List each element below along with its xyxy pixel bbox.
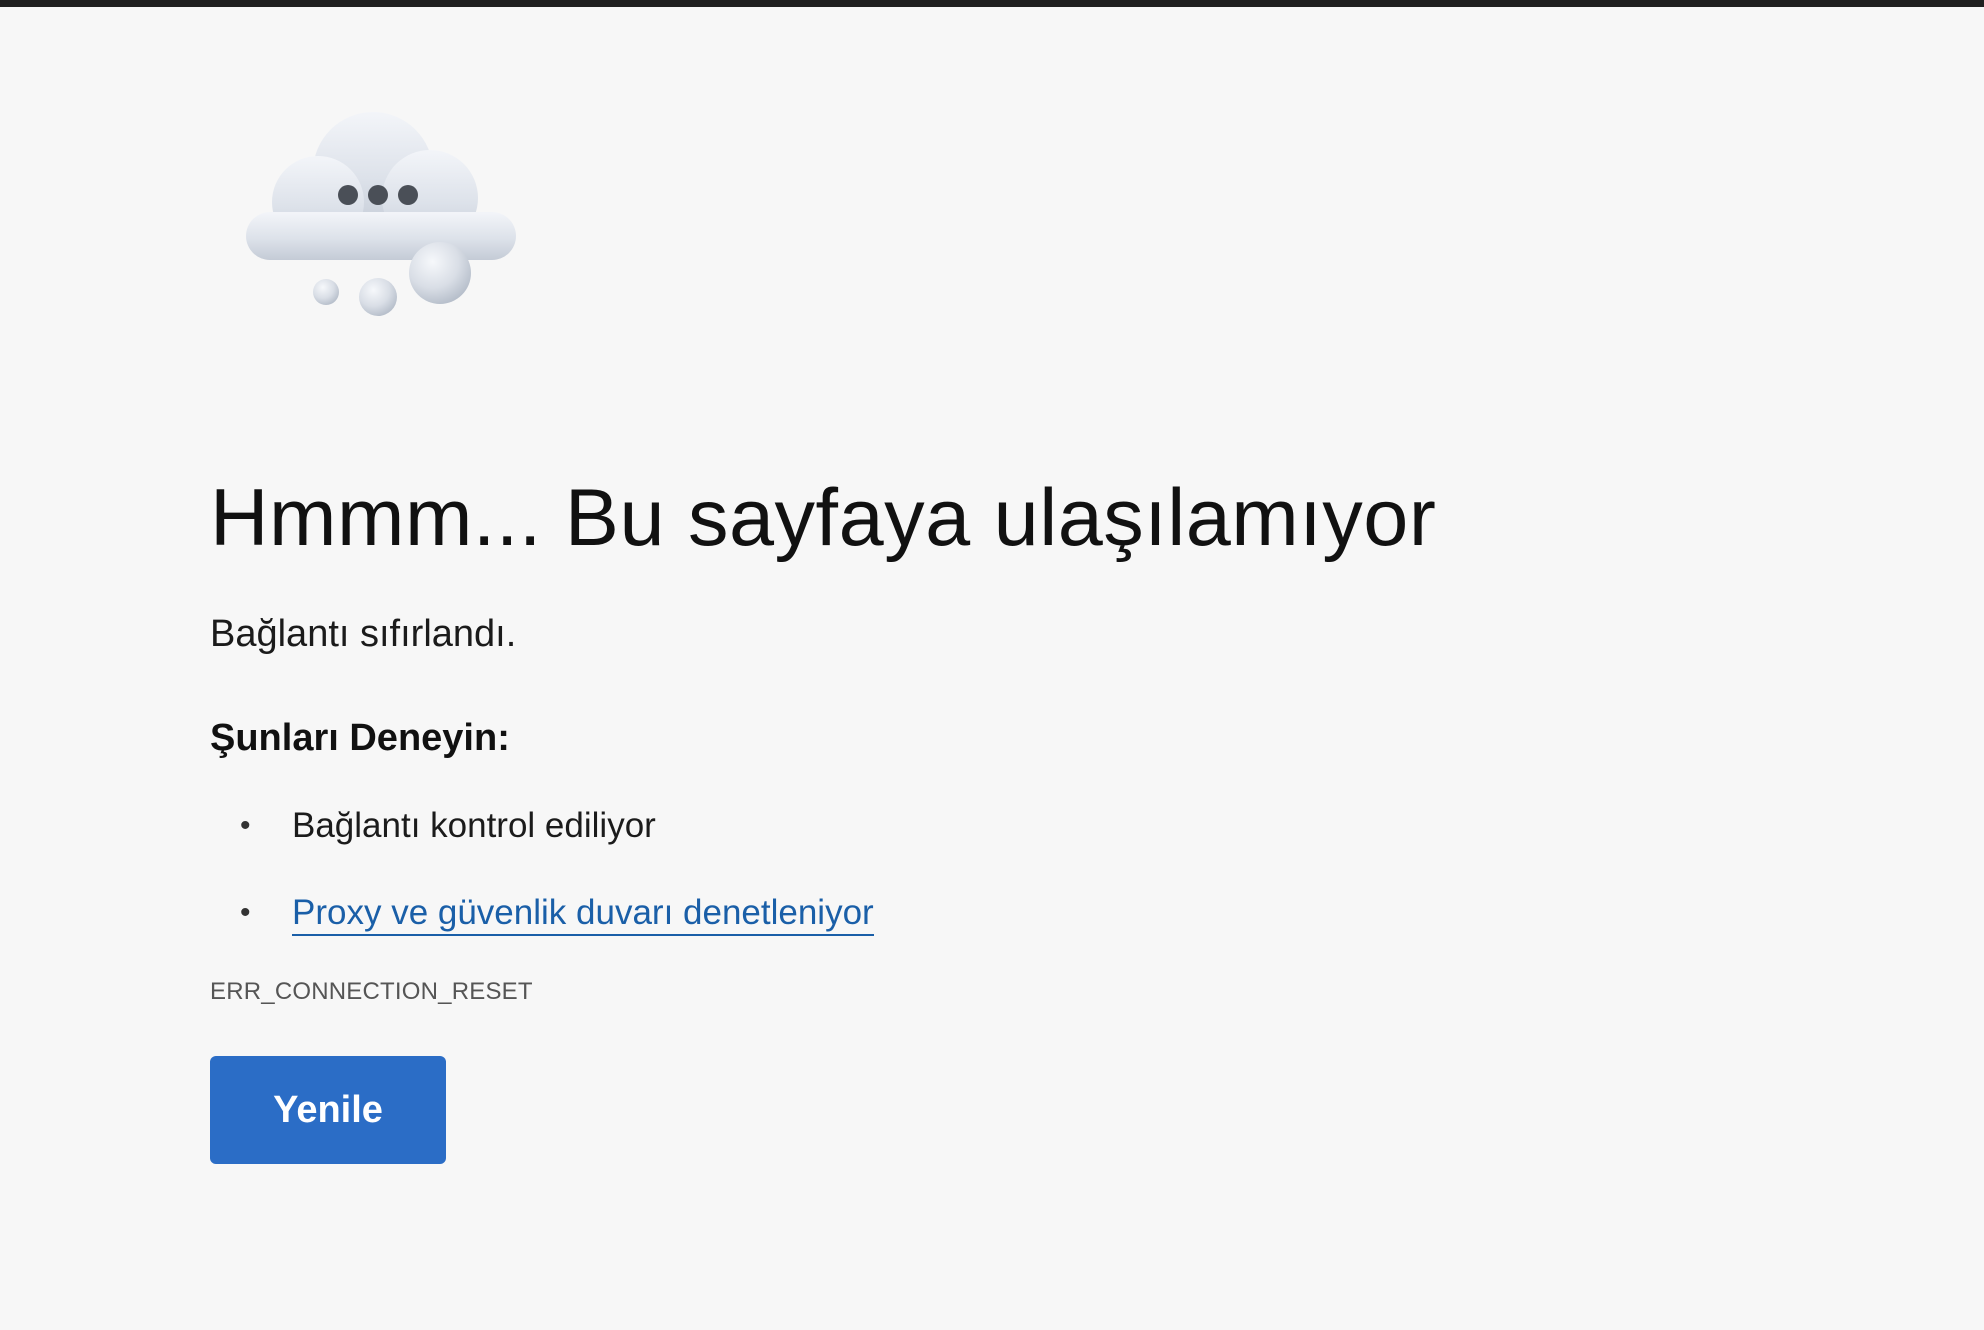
error-code: ERR_CONNECTION_RESET (210, 978, 533, 1005)
thought-bubble-medium (359, 278, 397, 316)
suggestion-check-connection: Bağlantı kontrol ediliyor (292, 806, 656, 845)
reload-button[interactable]: Yenile (210, 1056, 446, 1164)
error-description: Bağlantı sıfırlandı. (210, 613, 517, 655)
page-title: Hmmm... Bu sayfaya ulaşılamıyor (210, 473, 1437, 563)
thought-bubble-large (409, 242, 471, 304)
suggestions-heading: Şunları Deneyin: (210, 717, 510, 759)
proxy-firewall-link[interactable]: Proxy ve güvenlik duvarı denetleniyor (292, 893, 874, 936)
list-item: • Proxy ve güvenlik duvarı denetleniyor (210, 889, 1710, 937)
thought-bubble-small (313, 279, 339, 305)
cloud-thinking-icon (246, 112, 516, 316)
window-top-bar (0, 0, 1984, 7)
thinking-dot (398, 185, 418, 205)
thinking-dot (338, 185, 358, 205)
thinking-dot (368, 185, 388, 205)
suggestions-list: • Bağlantı kontrol ediliyor • Proxy ve g… (210, 802, 1710, 937)
bullet-icon: • (240, 809, 251, 842)
error-content: Hmmm... Bu sayfaya ulaşılamıyor Bağlantı… (210, 470, 1710, 1164)
list-item: • Bağlantı kontrol ediliyor (210, 802, 1710, 850)
bullet-icon: • (240, 896, 251, 929)
